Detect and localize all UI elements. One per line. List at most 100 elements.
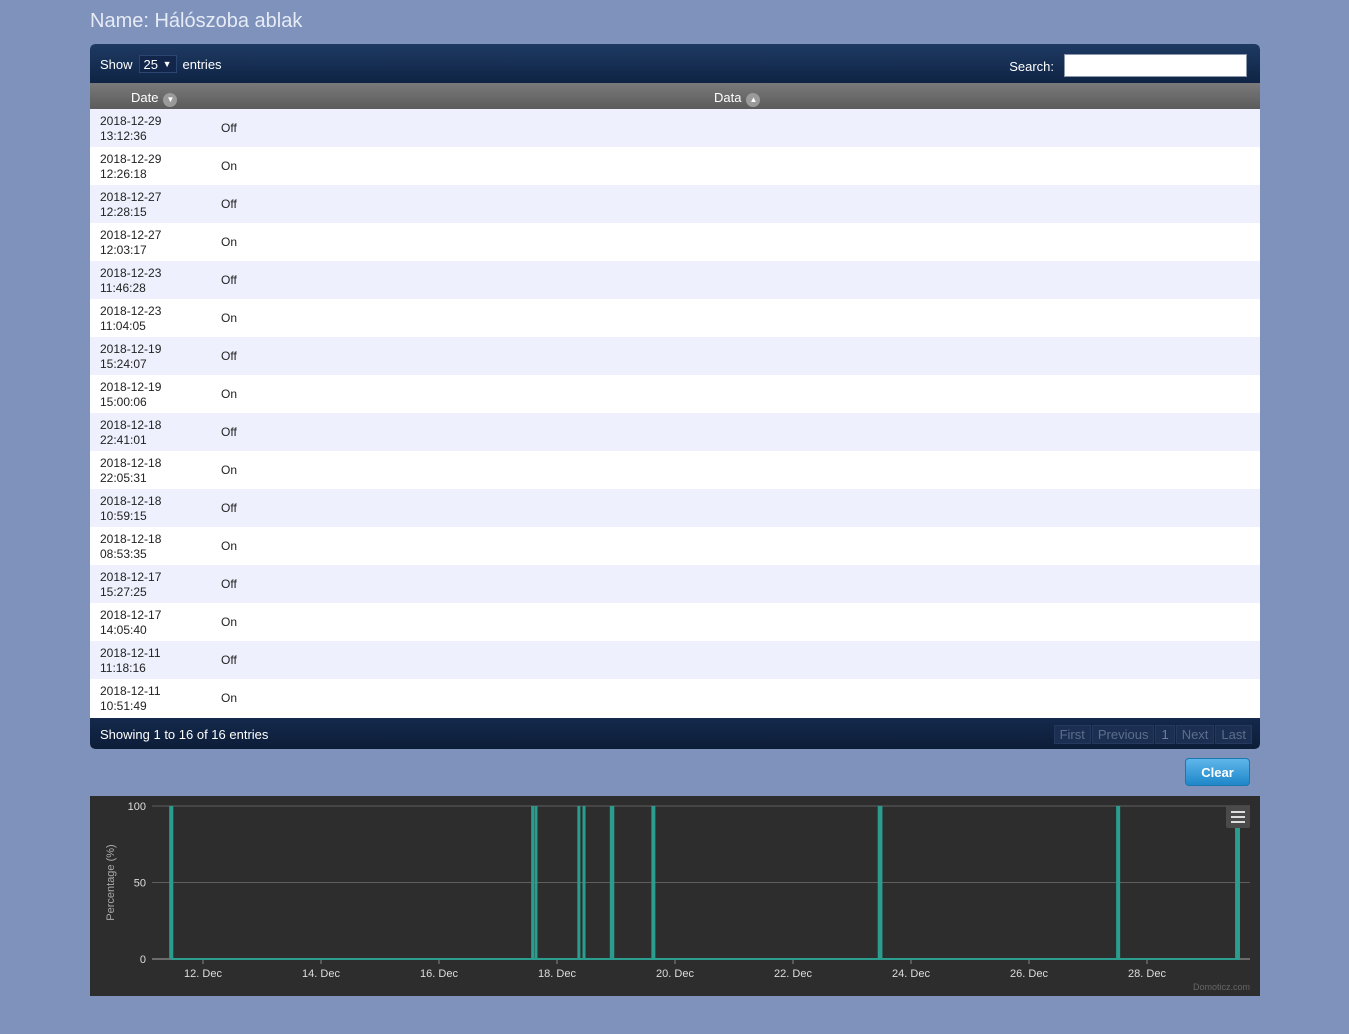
cell-data: On	[221, 235, 238, 249]
cell-date-time: 15:00:06	[100, 395, 147, 409]
cell-date-day: 2018-12-18	[100, 532, 162, 546]
cell-date-day: 2018-12-23	[100, 266, 162, 280]
x-tick-label: 26. Dec	[1010, 968, 1048, 980]
cell-date-day: 2018-12-11	[100, 684, 161, 698]
table-footer: Showing 1 to 16 of 16 entries First Prev…	[90, 718, 1260, 749]
menu-bar	[1231, 816, 1245, 818]
cell-data: On	[221, 691, 238, 705]
chart-credit: Domoticz.com	[1193, 982, 1250, 992]
sort-asc-icon: ▲	[746, 93, 761, 107]
chart-svg: 0 50 100 Percentage (%) 12. Dec 14. Dec 16. De…	[105, 801, 1250, 992]
chevron-down-icon: ▼	[162, 59, 172, 69]
events-table: Show 25 ▼ entries Search: Date ▼ Data ▲ …	[90, 44, 1260, 749]
cell-date-time: 11:04:05	[100, 319, 146, 333]
cell-data: Off	[221, 577, 237, 591]
y-tick-label: 100	[128, 801, 146, 813]
table-row: 2018-12-19 15:24:07 Off	[90, 337, 1260, 375]
cell-data: On	[221, 387, 238, 401]
cell-date: 2018-12-19 15:24:07	[100, 342, 200, 372]
table-row: 2018-12-27 12:03:17 On	[90, 223, 1260, 261]
cell-date: 2018-12-18 22:05:31	[100, 456, 200, 486]
cell-date-day: 2018-12-17	[100, 570, 162, 584]
cell-date: 2018-12-17 14:05:40	[100, 608, 200, 638]
cell-date-time: 13:12:36	[100, 129, 147, 143]
cell-data: Off	[221, 653, 237, 667]
sort-desc-icon: ▼	[163, 93, 178, 107]
pager-page-1-button[interactable]: 1	[1155, 725, 1175, 744]
pager-next-button[interactable]: Next	[1175, 725, 1215, 744]
table-header: Date ▼ Data ▲	[90, 83, 1260, 109]
cell-data: On	[221, 311, 238, 325]
table-row: 2018-12-29 12:26:18 On	[90, 147, 1260, 185]
cell-date: 2018-12-27 12:03:17	[100, 228, 200, 258]
cell-date: 2018-12-23 11:04:05	[100, 304, 200, 334]
cell-date: 2018-12-18 10:59:15	[100, 494, 200, 524]
cell-data: Off	[221, 349, 237, 363]
cell-date-day: 2018-12-29	[100, 152, 162, 166]
table-row: 2018-12-11 10:51:49 On	[90, 679, 1260, 717]
x-tick-label: 12. Dec	[184, 968, 222, 980]
page-length-value: 25	[143, 56, 158, 72]
cell-date: 2018-12-11 10:51:49	[100, 684, 200, 714]
x-tick-label: 14. Dec	[302, 968, 340, 980]
search-label: Search:	[1009, 59, 1054, 74]
y-tick-label: 50	[134, 878, 146, 890]
cell-date-day: 2018-12-27	[100, 190, 162, 204]
cell-date-day: 2018-12-27	[100, 228, 162, 242]
cell-date-time: 15:24:07	[100, 357, 147, 371]
pager-last-button[interactable]: Last	[1215, 725, 1252, 744]
table-row: 2018-12-18 22:41:01 Off	[90, 413, 1260, 451]
y-axis-label: Percentage (%)	[105, 844, 117, 920]
table-body: 2018-12-29 13:12:36 Off 2018-12-29 12:26:18 O…	[90, 109, 1260, 717]
cell-date-time: 11:18:16	[100, 661, 146, 675]
cell-date: 2018-12-27 12:28:15	[100, 190, 200, 220]
table-toolbar: Show 25 ▼ entries Search:	[90, 44, 1260, 83]
show-label: Show	[100, 56, 133, 72]
column-header-data[interactable]: Data ▲	[714, 88, 761, 107]
table-row: 2018-12-27 12:28:15 Off	[90, 185, 1260, 223]
x-tick-label: 28. Dec	[1128, 968, 1166, 980]
menu-bar	[1231, 811, 1245, 813]
cell-date: 2018-12-29 12:26:18	[100, 152, 200, 182]
cell-date-day: 2018-12-18	[100, 494, 162, 508]
cell-date: 2018-12-29 13:12:36	[100, 114, 200, 144]
history-chart: 0 50 100 Percentage (%) 12. Dec 14. Dec 16. De…	[90, 796, 1260, 996]
cell-date-time: 12:03:17	[100, 243, 147, 257]
table-row: 2018-12-23 11:04:05 On	[90, 299, 1260, 337]
cell-date-time: 10:59:15	[100, 509, 147, 523]
x-tick-label: 24. Dec	[892, 968, 930, 980]
cell-data: Off	[221, 197, 237, 211]
cell-date-day: 2018-12-19	[100, 380, 162, 394]
column-label-date: Date	[131, 90, 159, 105]
pagination: First Previous 1 Next Last	[1053, 725, 1252, 744]
cell-data: On	[221, 159, 238, 173]
entries-label: entries	[182, 56, 222, 72]
cell-date-day: 2018-12-11	[100, 646, 161, 660]
table-row: 2018-12-17 14:05:40 On	[90, 603, 1260, 641]
column-header-date[interactable]: Date ▼	[131, 88, 178, 107]
cell-data: On	[221, 463, 238, 477]
cell-date-time: 11:46:28	[100, 281, 146, 295]
x-tick-label: 16. Dec	[420, 968, 458, 980]
cell-date-day: 2018-12-29	[100, 114, 162, 128]
chart-menu-button[interactable]	[1226, 806, 1250, 828]
search-input[interactable]	[1064, 54, 1247, 77]
pager-first-button[interactable]: First	[1053, 725, 1091, 744]
table-row: 2018-12-18 10:59:15 Off	[90, 489, 1260, 527]
table-row: 2018-12-18 08:53:35 On	[90, 527, 1260, 565]
cell-date-time: 22:05:31	[100, 471, 147, 485]
page-length-select[interactable]: 25 ▼	[138, 55, 177, 73]
pager-previous-button[interactable]: Previous	[1091, 725, 1155, 744]
clear-button[interactable]: Clear	[1185, 758, 1250, 786]
page-length-control: Show 25 ▼ entries	[100, 55, 222, 73]
cell-date-day: 2018-12-23	[100, 304, 162, 318]
cell-date-time: 08:53:35	[100, 547, 147, 561]
table-row: 2018-12-19 15:00:06 On	[90, 375, 1260, 413]
menu-bar	[1231, 821, 1245, 823]
cell-date: 2018-12-17 15:27:25	[100, 570, 200, 600]
cell-date: 2018-12-19 15:00:06	[100, 380, 200, 410]
cell-data: On	[221, 615, 238, 629]
table-row: 2018-12-11 11:18:16 Off	[90, 641, 1260, 679]
table-row: 2018-12-18 22:05:31 On	[90, 451, 1260, 489]
cell-data: Off	[221, 273, 237, 287]
